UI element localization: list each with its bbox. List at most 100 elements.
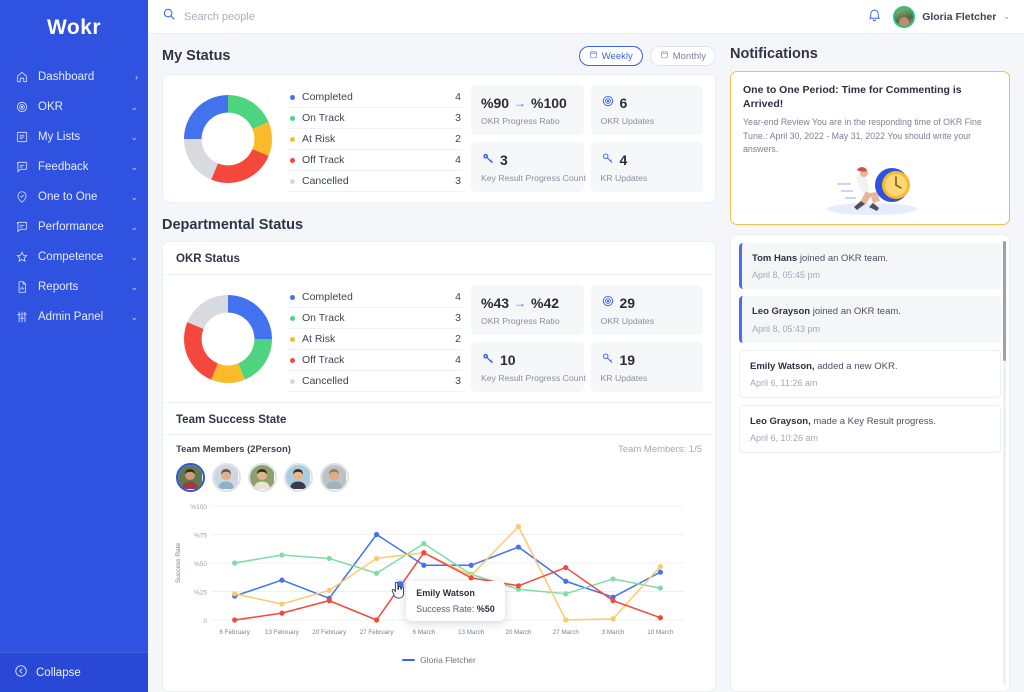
target-icon [14, 100, 29, 115]
collapse-icon [14, 664, 28, 681]
sidebar-item-label: OKR [38, 101, 119, 113]
legend-value: 3 [455, 312, 461, 324]
stat-card[interactable]: %43→%42OKR Progress Ratio [471, 285, 584, 335]
stat-card[interactable]: 19KR Updates [591, 342, 704, 392]
legend-value: 3 [455, 375, 461, 387]
list-icon [14, 130, 29, 145]
chevron-down-icon[interactable]: ⌄ [1003, 12, 1010, 21]
sidebar-item-feedback[interactable]: Feedback⌄ [0, 152, 148, 182]
notifications-list[interactable]: Tom Hans joined an OKR team.April 8, 05:… [730, 234, 1010, 692]
user-menu[interactable]: Gloria Fletcher ⌄ [893, 6, 1010, 28]
notification-item[interactable]: Leo Grayson, made a Key Result progress.… [739, 405, 1001, 453]
stat-card[interactable]: 6OKR Updates [591, 85, 704, 135]
scrollbar-thumb[interactable] [1003, 241, 1006, 361]
success-rate-chart[interactable]: %100%75%50%250Success Rate6 February13 F… [163, 492, 715, 655]
calendar-icon [660, 50, 669, 62]
legend-row: Cancelled3 [288, 171, 463, 192]
sidebar-item-label: One to One [38, 191, 119, 203]
search-area[interactable] [162, 7, 867, 26]
legend-row: Off Track4 [288, 150, 463, 171]
my-status-card: Completed4On Track3At Risk2Off Track4Can… [162, 74, 716, 203]
notification-item[interactable]: Emily Watson, added a new OKR.April 6, 1… [739, 350, 1001, 398]
team-member-avatar[interactable] [320, 463, 349, 492]
stat-card[interactable]: %90→%100OKR Progress Ratio [471, 85, 584, 135]
sidebar-item-performance[interactable]: Performance⌄ [0, 212, 148, 242]
notification-actor: Emily Watson, [750, 361, 815, 372]
chart-legend-label: Gloria Fletcher [420, 655, 476, 665]
sidebar-item-label: Dashboard [38, 71, 119, 83]
departmental-status-header: Departmental Status [162, 217, 716, 233]
target-icon [601, 294, 615, 311]
stat-value-target: %42 [531, 295, 559, 311]
stat-value: 29 [620, 295, 636, 311]
content: My Status WeeklyMonthly Completed4On Tra… [148, 34, 1024, 692]
notification-item[interactable]: Tom Hans joined an OKR team.April 8, 05:… [739, 243, 1001, 289]
notification-text: Tom Hans joined an OKR team. [752, 252, 991, 265]
sidebar-item-okr[interactable]: OKR ⌄ [0, 92, 148, 122]
team-member-avatar[interactable] [284, 463, 313, 492]
right-column: Notifications One to One Period: Time fo… [730, 46, 1010, 692]
legend-row: Off Track4 [288, 350, 463, 371]
line-chart-svg[interactable]: %100%75%50%250Success Rate6 February13 F… [171, 498, 694, 646]
legend-color-dot [290, 358, 295, 363]
sidebar-item-dashboard[interactable]: Dashboard › [0, 62, 148, 92]
legend-row: On Track3 [288, 108, 463, 129]
sidebar-item-my-lists[interactable]: My Lists⌄ [0, 122, 148, 152]
team-members-count: Team Members: 1/5 [618, 444, 702, 455]
sidebar-item-label: Reports [38, 281, 119, 293]
notification-text: Emily Watson, added a new OKR. [750, 360, 990, 373]
topbar-right: Gloria Fletcher ⌄ [867, 6, 1010, 28]
stat-card[interactable]: 10Key Result Progress Count [471, 342, 584, 392]
legend-name: At Risk [302, 133, 455, 145]
chevron-icon[interactable]: ⌄ [128, 252, 138, 263]
legend-row: At Risk2 [288, 129, 463, 150]
team-member-avatar[interactable] [176, 463, 205, 492]
sidebar-item-competence[interactable]: Competence⌄ [0, 242, 148, 272]
chevron-icon[interactable]: ⌄ [128, 222, 138, 233]
notification-action: made a Key Result progress. [811, 416, 936, 427]
toggle-label: Monthly [673, 51, 706, 62]
chevron-icon[interactable]: ⌄ [128, 162, 138, 173]
toggle-weekly[interactable]: Weekly [579, 46, 643, 66]
stat-card[interactable]: 29OKR Updates [591, 285, 704, 335]
stat-label: KR Updates [601, 373, 694, 383]
left-column: My Status WeeklyMonthly Completed4On Tra… [162, 46, 716, 692]
svg-text:6 February: 6 February [219, 629, 250, 636]
search-input[interactable] [184, 11, 404, 23]
legend-name: On Track [302, 312, 455, 324]
sidebar-item-admin-panel[interactable]: Admin Panel⌄ [0, 302, 148, 332]
collapse-button[interactable]: Collapse [0, 652, 148, 692]
svg-text:13 February: 13 February [265, 629, 300, 636]
chevron-icon[interactable]: ⌄ [128, 312, 138, 323]
legend-value: 3 [455, 112, 461, 124]
svg-text:20 March: 20 March [505, 629, 532, 636]
notification-item[interactable]: Leo Grayson joined an OKR team.April 8, … [739, 296, 1001, 342]
notifications-bell-icon[interactable] [867, 7, 882, 27]
toggle-monthly[interactable]: Monthly [650, 46, 716, 66]
brand-logo: Wokr [0, 0, 148, 56]
chevron-icon[interactable]: › [128, 72, 138, 82]
chevron-icon[interactable]: ⌄ [128, 192, 138, 203]
sidebar-item-reports[interactable]: Reports ⌄ [0, 272, 148, 302]
location-icon [14, 190, 29, 205]
stat-card[interactable]: 4KR Updates [591, 142, 704, 192]
svg-text:%100: %100 [190, 504, 207, 511]
home-icon [14, 70, 29, 85]
legend-color-dot [290, 316, 295, 321]
stat-label: KR Updates [601, 173, 694, 183]
legend-value: 4 [455, 91, 461, 103]
team-member-avatar[interactable] [248, 463, 277, 492]
key-outline-icon [601, 351, 615, 368]
notification-text: Leo Grayson, made a Key Result progress. [750, 415, 990, 428]
promo-card[interactable]: One to One Period: Time for Commenting i… [730, 71, 1010, 225]
my-status-legend: Completed4On Track3At Risk2Off Track4Can… [288, 85, 463, 192]
stat-card[interactable]: 3Key Result Progress Count [471, 142, 584, 192]
sidebar-item-one-to-one[interactable]: One to One ⌄ [0, 182, 148, 212]
legend-color-dot [290, 379, 295, 384]
svg-text:3 March: 3 March [602, 629, 625, 636]
chevron-icon[interactable]: ⌄ [128, 282, 138, 293]
chevron-icon[interactable]: ⌄ [128, 102, 138, 113]
chevron-icon[interactable]: ⌄ [128, 132, 138, 143]
team-member-avatar[interactable] [212, 463, 241, 492]
legend-color-dot [290, 158, 295, 163]
